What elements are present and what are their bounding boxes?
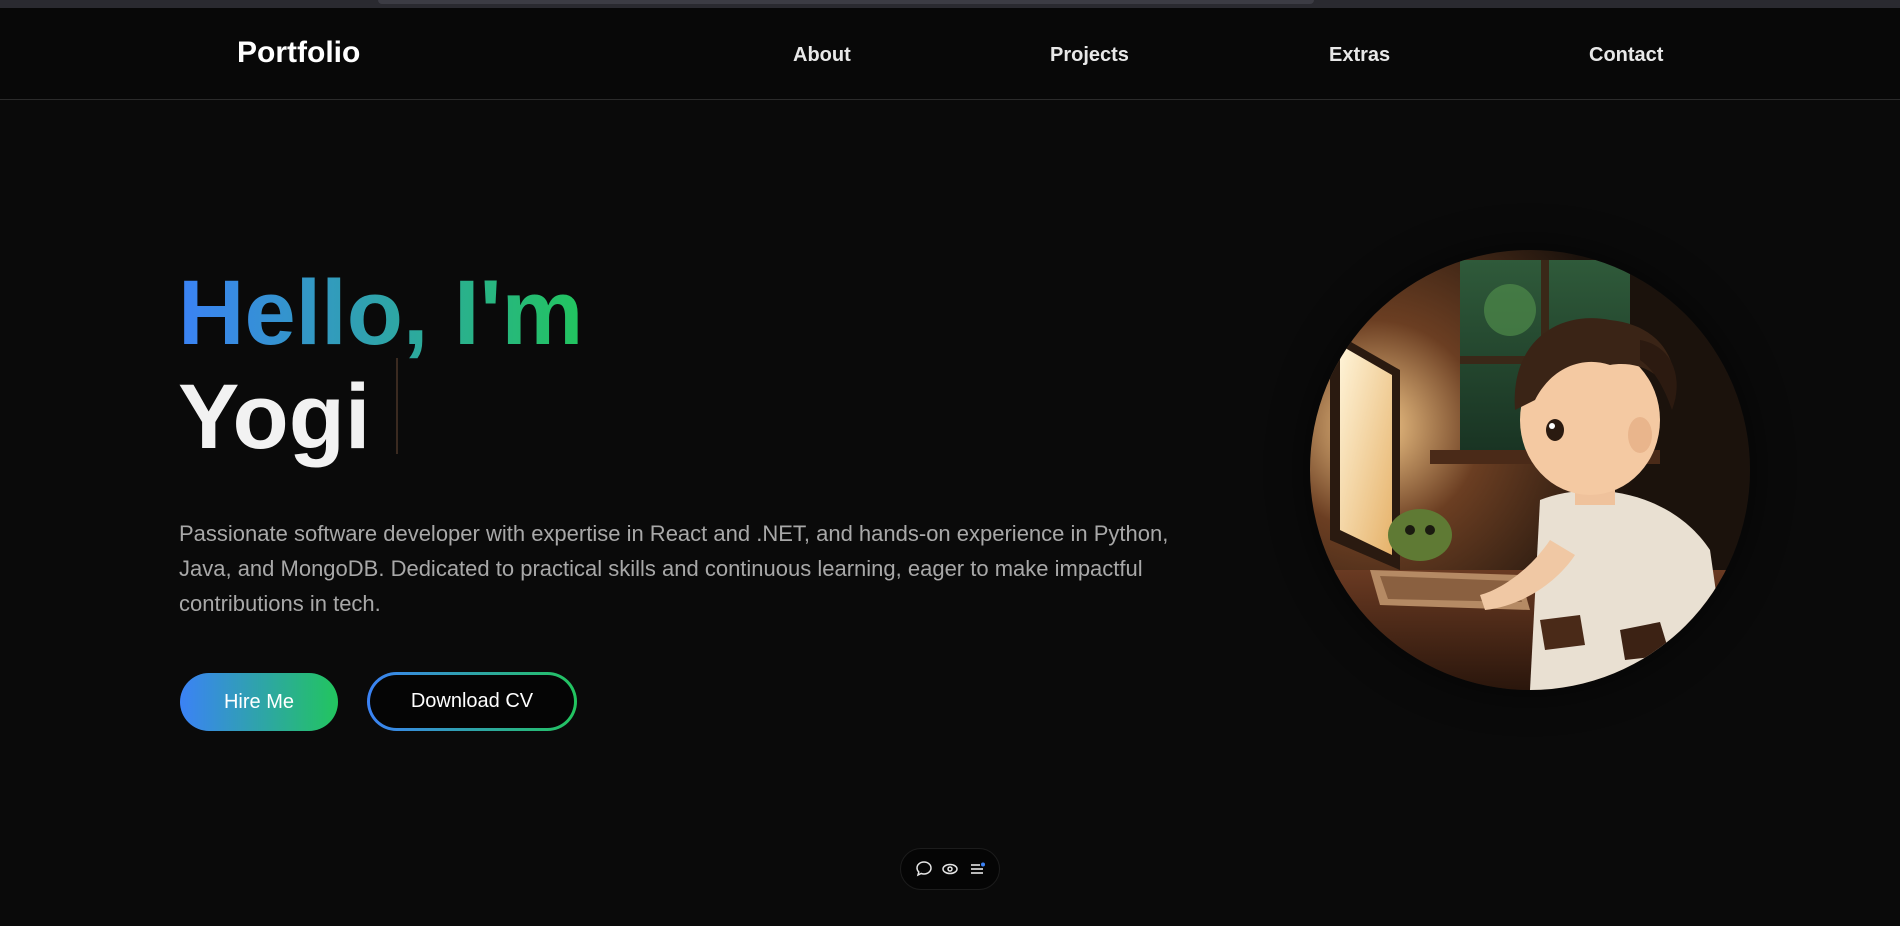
browser-top-bar (378, 0, 1314, 4)
avatar-illustration (1310, 250, 1750, 690)
hero-name: Yogi (178, 366, 371, 468)
nav-link-contact[interactable]: Contact (1589, 44, 1663, 67)
menu-list-icon[interactable] (967, 859, 987, 879)
nav-link-extras[interactable]: Extras (1329, 44, 1390, 67)
floating-toolbar (900, 848, 1000, 890)
browser-top-strip (0, 0, 1900, 8)
typing-caret (396, 358, 398, 454)
hire-me-button[interactable]: Hire Me (180, 673, 338, 731)
hero-bio: Passionate software developer with exper… (179, 521, 1169, 616)
eye-icon[interactable] (940, 859, 960, 879)
avatar (1310, 250, 1750, 690)
download-cv-label: Download CV (370, 675, 574, 728)
nav-link-about[interactable]: About (793, 44, 851, 67)
hero-greeting: Hello, I'm (178, 258, 583, 368)
download-cv-button[interactable]: Download CV (367, 672, 577, 731)
navbar: Portfolio About Projects Extras Contact (0, 8, 1900, 100)
chat-bubble-icon[interactable] (914, 859, 934, 879)
nav-link-projects[interactable]: Projects (1050, 44, 1129, 67)
brand-logo[interactable]: Portfolio (237, 36, 360, 70)
